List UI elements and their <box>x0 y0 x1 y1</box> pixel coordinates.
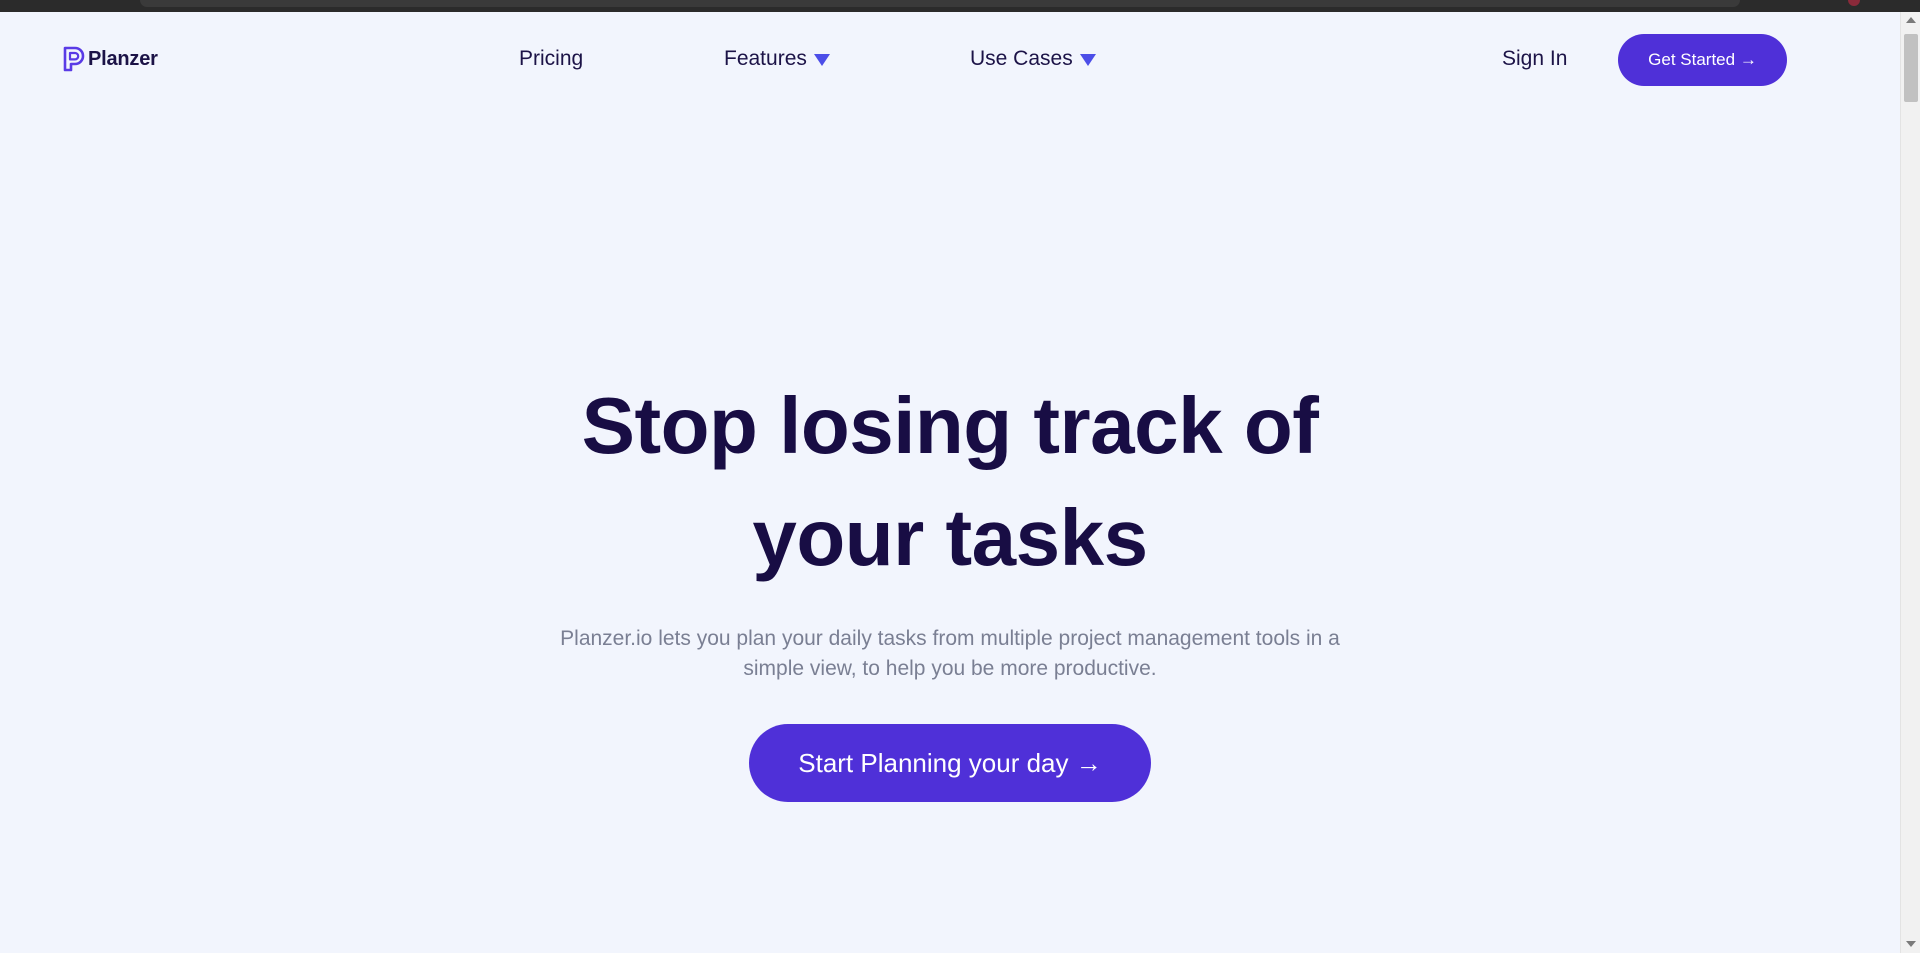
get-started-button[interactable]: Get Started → <box>1618 34 1787 86</box>
nav-features-dropdown[interactable]: Features <box>724 47 830 71</box>
sign-in-label: Sign In <box>1502 47 1568 70</box>
nav-pricing-label: Pricing <box>519 47 584 70</box>
brand-name: Planzer <box>88 47 158 70</box>
nav-use-cases-label: Use Cases <box>970 47 1073 70</box>
top-navigation: Planzer Pricing Features Use Cases Sign … <box>0 12 1900 108</box>
nav-use-cases-dropdown[interactable]: Use Cases <box>970 47 1096 71</box>
scroll-thumb[interactable] <box>1904 34 1918 102</box>
caret-down-icon <box>813 54 830 66</box>
planzer-logo-icon <box>63 46 85 72</box>
hero-title: Stop losing track of your tasks <box>581 381 1319 582</box>
start-planning-button[interactable]: Start Planning your day → <box>749 724 1151 802</box>
nav-pricing[interactable]: Pricing <box>519 47 583 71</box>
brand-logo[interactable]: Planzer <box>62 46 158 72</box>
nav-features-label: Features <box>724 47 807 70</box>
browser-indicator <box>1848 0 1860 6</box>
caret-down-icon <box>1079 54 1096 66</box>
scroll-up-icon[interactable] <box>1906 17 1916 23</box>
page-scrollbar[interactable] <box>1900 12 1920 953</box>
browser-address-area <box>140 0 1740 7</box>
browser-top-strip <box>0 0 1920 12</box>
hero-section: Stop losing track of your tasks Planzer.… <box>0 370 1900 802</box>
hero-subtitle: Planzer.io lets you plan your daily task… <box>560 627 1340 680</box>
scroll-down-icon[interactable] <box>1906 941 1916 947</box>
sign-in-link[interactable]: Sign In <box>1502 47 1567 71</box>
